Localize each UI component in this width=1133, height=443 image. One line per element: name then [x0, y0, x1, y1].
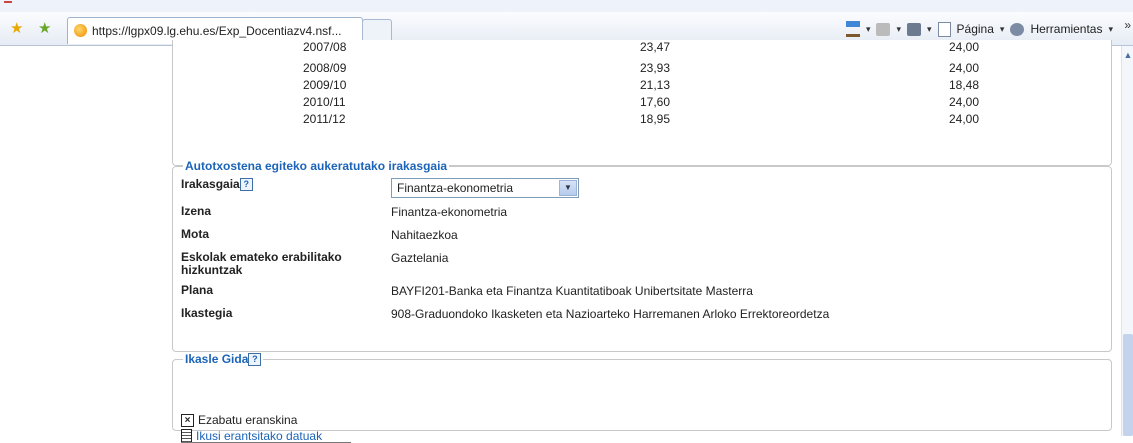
- home-icon[interactable]: [845, 21, 860, 37]
- more-commands-icon[interactable]: »: [1124, 18, 1131, 32]
- tools-gear-icon: [1010, 22, 1025, 36]
- subject-label: Irakasgaia: [181, 177, 240, 191]
- document-icon: [181, 429, 192, 443]
- value-cell: 23,47: [640, 40, 671, 54]
- tools-dropdown-icon[interactable]: ▾: [1108, 24, 1113, 35]
- subject-section: Autotxostena egiteko aukeratutako irakas…: [172, 159, 1112, 352]
- field-label: Mota: [181, 227, 209, 241]
- delete-icon[interactable]: ×: [181, 413, 194, 427]
- section-title: Ikasle Gida?: [183, 352, 264, 367]
- field-value: 908-Graduondoko Ikasketen eta Nazioartek…: [391, 307, 830, 321]
- year-cell: 2008/09: [303, 61, 347, 75]
- chevron-down-icon[interactable]: ▼: [559, 180, 577, 196]
- window-mark: [4, 1, 12, 9]
- help-icon[interactable]: ?: [239, 178, 253, 192]
- home-dropdown-icon[interactable]: ▾: [866, 24, 871, 35]
- page-content: 2007/08 23,47 24,00 2008/09 23,93 24,00 …: [0, 40, 1121, 443]
- value-cell: 24,00: [949, 40, 980, 54]
- command-bar: ▾ ▾ ▾ Página ▾ Herramientas ▾: [845, 21, 1113, 37]
- value-cell: 18,48: [949, 78, 980, 92]
- section-title: Autotxostena egiteko aukeratutako irakas…: [183, 159, 450, 173]
- view-attachment-link[interactable]: Ikusi erantsitako datuak: [196, 429, 322, 443]
- window-top-strip: [0, 0, 1133, 12]
- year-cell: 2010/11: [303, 95, 346, 109]
- field-label: Plana: [181, 283, 214, 297]
- years-table: 2007/08 23,47 24,00 2008/09 23,93 24,00 …: [172, 40, 1112, 166]
- subject-select-value: Finantza-ekonometria: [397, 181, 514, 195]
- add-favorites-icon[interactable]: ★: [38, 21, 51, 36]
- value-cell: 17,60: [640, 95, 671, 109]
- value-cell: 23,93: [640, 61, 671, 75]
- field-value: Nahitaezkoa: [391, 228, 458, 242]
- value-cell: 21,13: [640, 78, 671, 92]
- value-cell: 24,00: [949, 112, 980, 126]
- vertical-scrollbar[interactable]: ▲: [1121, 46, 1133, 436]
- field-label: Irakasgaia?: [181, 177, 381, 192]
- tools-menu[interactable]: Herramientas: [1030, 22, 1102, 36]
- table-row: 2008/09 23,93 24,00: [173, 61, 1111, 77]
- table-row: 2007/08 23,47 24,00: [173, 40, 1111, 56]
- print-icon[interactable]: [907, 22, 921, 36]
- scroll-up-icon[interactable]: ▲: [1122, 50, 1133, 64]
- value-cell: 18,95: [640, 112, 671, 126]
- page-dropdown-icon[interactable]: ▾: [1000, 24, 1005, 35]
- delete-attachment[interactable]: × Ezabatu eranskina: [181, 413, 297, 427]
- site-favicon-icon: [74, 24, 87, 37]
- table-row: 2011/12 18,95 24,00: [173, 112, 1111, 128]
- field-value: Gaztelania: [391, 251, 449, 265]
- print-dropdown-icon[interactable]: ▾: [927, 24, 932, 35]
- feeds-icon[interactable]: [876, 22, 891, 36]
- field-value: BAYFI201-Banka eta Finantza Kuantitatibo…: [391, 284, 753, 298]
- subject-select[interactable]: Finantza-ekonometria ▼: [391, 178, 579, 198]
- year-cell: 2009/10: [303, 78, 347, 92]
- guide-title: Ikasle Gida: [185, 352, 249, 366]
- field-label: Eskolak emateko erabilitako hizkuntzak: [181, 250, 342, 277]
- value-cell: 24,00: [949, 61, 980, 75]
- delete-attachment-label[interactable]: Ezabatu eranskina: [198, 413, 297, 427]
- page-icon: [937, 21, 951, 37]
- feeds-dropdown-icon[interactable]: ▾: [896, 24, 901, 35]
- view-attachment[interactable]: Ikusi erantsitako datuak: [181, 429, 322, 443]
- year-cell: 2007/08: [303, 40, 347, 54]
- field-value: Finantza-ekonometria: [391, 205, 508, 219]
- field-label: Ikastegia: [181, 306, 233, 320]
- year-cell: 2011/12: [303, 112, 346, 126]
- page-menu[interactable]: Página: [957, 22, 994, 36]
- field-label: Izena: [181, 204, 212, 218]
- scroll-thumb[interactable]: [1123, 334, 1133, 436]
- value-cell: 24,00: [949, 95, 980, 109]
- table-row: 2010/11 17,60 24,00: [173, 95, 1111, 111]
- guide-section: Ikasle Gida? × Ezabatu eranskina Ikusi e…: [172, 352, 1112, 443]
- tab-url: https://lgpx09.lg.ehu.es/Exp_Docentiazv4…: [92, 24, 342, 38]
- favorites-star-icon[interactable]: ★: [10, 21, 23, 36]
- table-row: 2009/10 21,13 18,48: [173, 78, 1111, 94]
- help-icon[interactable]: ?: [248, 353, 262, 367]
